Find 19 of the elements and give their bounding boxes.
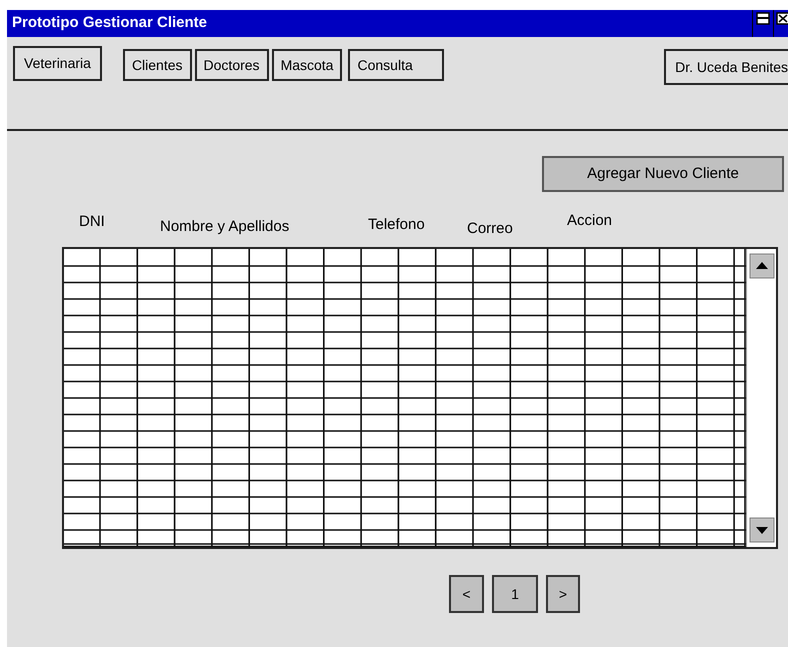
previous-page-button[interactable]: < <box>449 575 484 613</box>
nav-button[interactable]: Consulta <box>348 49 444 81</box>
scrollbar[interactable] <box>746 249 776 547</box>
nav-button[interactable]: Doctores <box>194 49 269 81</box>
add-client-button[interactable]: Agregar Nuevo Cliente <box>542 156 784 192</box>
nav-button[interactable]: Mascota <box>272 49 342 81</box>
column-header: Telefono <box>368 215 425 235</box>
column-header: Accion <box>567 211 612 231</box>
scroll-up-icon[interactable] <box>748 253 774 279</box>
column-header: DNI <box>79 212 105 232</box>
window-title: Prototipo Gestionar Cliente <box>12 13 208 34</box>
column-header: Nombre y Apellidos <box>160 217 290 237</box>
brand-button[interactable]: Veterinaria <box>13 46 102 81</box>
column-header: Correo <box>467 219 513 239</box>
scroll-down-icon[interactable] <box>748 517 774 543</box>
user-button[interactable]: Dr. Uceda Benites <box>664 49 788 85</box>
nav-button[interactable]: Clientes <box>122 49 192 81</box>
next-page-button[interactable]: > <box>546 575 580 613</box>
page-button[interactable]: 1 <box>492 575 538 613</box>
